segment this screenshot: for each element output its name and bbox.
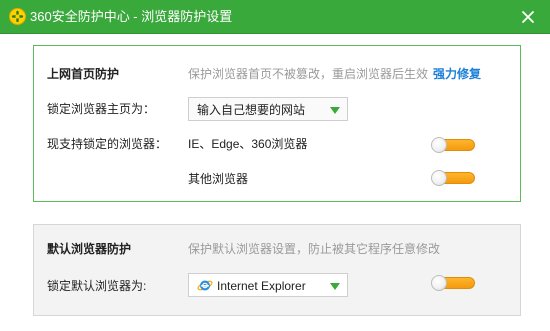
homepage-select[interactable]: 输入自己想要的网站 <box>188 97 348 121</box>
close-icon <box>522 11 534 23</box>
default-browser-protection-panel: 默认浏览器防护 保护默认浏览器设置，防止被其它程序任意修改 锁定默认浏览器为: … <box>33 224 521 316</box>
supported-browsers-label: 现支持锁定的浏览器： <box>47 137 168 151</box>
title-bar: 360安全防护中心 - 浏览器防护设置 <box>0 0 550 34</box>
triangle-down-icon <box>330 283 340 290</box>
default-browser-protection-description: 保护默认浏览器设置，防止被其它程序任意修改 <box>188 242 441 256</box>
browser-ie-edge-360-toggle[interactable] <box>431 137 477 153</box>
browser-other-label: 其他浏览器 <box>188 172 249 186</box>
lock-homepage-label: 锁定浏览器主页为： <box>47 102 156 116</box>
default-browser-toggle[interactable] <box>431 275 477 291</box>
default-browser-select-value: Internet Explorer <box>217 279 306 293</box>
close-button[interactable] <box>517 6 539 28</box>
window-title: 360安全防护中心 - 浏览器防护设置 <box>30 9 233 24</box>
toggle-knob <box>431 170 447 186</box>
homepage-protection-panel: 上网首页防护 保护浏览器首页不被篡改，重启浏览器后生效 强力修复 锁定浏览器主页… <box>33 45 521 202</box>
browser-ie-edge-360-label: IE、Edge、360浏览器 <box>188 137 308 151</box>
triangle-down-icon <box>330 107 340 114</box>
lock-default-browser-label: 锁定默认浏览器为: <box>47 279 147 293</box>
default-browser-select[interactable]: Internet Explorer <box>188 273 348 297</box>
homepage-protection-heading: 上网首页防护 <box>47 67 120 81</box>
toggle-knob <box>431 275 447 291</box>
360-logo-icon <box>9 8 26 25</box>
browser-other-toggle[interactable] <box>431 170 477 186</box>
toggle-knob <box>431 137 447 153</box>
homepage-select-value: 输入自己想要的网站 <box>197 103 306 117</box>
homepage-protection-description: 保护浏览器首页不被篡改，重启浏览器后生效 <box>188 67 429 81</box>
force-repair-link[interactable]: 强力修复 <box>433 66 481 82</box>
default-browser-protection-heading: 默认浏览器防护 <box>47 242 132 256</box>
internet-explorer-icon <box>197 280 213 291</box>
